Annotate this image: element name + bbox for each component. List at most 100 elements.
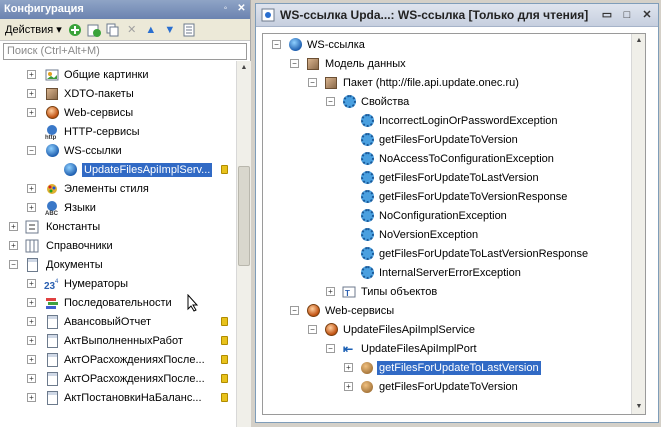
expand-icon[interactable]: + — [27, 298, 36, 307]
collapse-icon[interactable]: − — [290, 59, 299, 68]
tree-item-ws-link[interactable]: − WS-ссылка — [263, 35, 631, 54]
expand-icon[interactable]: + — [27, 184, 36, 193]
expand-icon[interactable]: + — [27, 393, 36, 402]
tree-item-property[interactable]: IncorrectLoginOrPasswordException — [263, 111, 631, 130]
picture-icon — [44, 67, 60, 83]
tree-item-property[interactable]: getFilesForUpdateToLastVersion — [263, 168, 631, 187]
tree-item-catalogs[interactable]: + Справочники — [0, 236, 236, 255]
document-icon — [44, 314, 60, 330]
tree-item-property[interactable]: NoAccessToConfigurationException — [263, 149, 631, 168]
tree-item-common-pictures[interactable]: + Общие картинки — [0, 65, 236, 84]
tree-item-xdto[interactable]: + XDTO-пакеты — [0, 84, 236, 103]
tree-item-label: Web-сервисы — [64, 106, 134, 119]
right-scrollbar[interactable]: ▲ ▼ — [631, 34, 645, 414]
expand-icon[interactable]: + — [9, 241, 18, 250]
tree-item-service[interactable]: − UpdateFilesApiImplService — [263, 320, 631, 339]
expand-icon[interactable]: + — [27, 336, 36, 345]
add-icon[interactable] — [67, 22, 83, 38]
pin-icon[interactable]: ◦ — [220, 3, 231, 15]
expand-icon[interactable]: + — [27, 70, 36, 79]
scroll-up-icon[interactable]: ▲ — [632, 34, 645, 48]
tree-item-port[interactable]: − ⇤ UpdateFilesApiImplPort — [263, 339, 631, 358]
tree-item-web-services[interactable]: + Web-сервисы — [0, 103, 236, 122]
tree-item-properties[interactable]: − Свойства — [263, 92, 631, 111]
sequence-icon — [44, 295, 60, 311]
operation-icon — [359, 360, 375, 376]
tree-item-object-types[interactable]: + T Типы объектов — [263, 282, 631, 301]
tree-item-property[interactable]: NoVersionException — [263, 225, 631, 244]
object-types-icon: T — [341, 284, 357, 300]
tree-item-label: Документы — [46, 258, 103, 271]
scroll-down-icon[interactable]: ▼ — [632, 400, 645, 414]
tree-item-package[interactable]: − Пакет (http://file.api.update.onec.ru) — [263, 73, 631, 92]
tree-item-label: АктОРасхожденияхПосле... — [64, 372, 205, 385]
close-icon[interactable]: ✕ — [236, 3, 247, 15]
collapse-icon[interactable]: − — [290, 306, 299, 315]
tree-item-property[interactable]: NoConfigurationException — [263, 206, 631, 225]
add-icon[interactable] — [86, 22, 102, 38]
lock-icon — [221, 374, 228, 383]
maximize-icon[interactable]: □ — [620, 8, 634, 22]
tree-item-property[interactable]: getFilesForUpdateToLastVersionResponse — [263, 244, 631, 263]
window-title-bar: WS-ссылка Upda...: WS-ссылка [Только для… — [256, 4, 658, 27]
delete-icon[interactable]: ✕ — [124, 22, 140, 38]
expand-icon[interactable]: + — [326, 287, 335, 296]
copy-icon[interactable] — [105, 22, 121, 38]
tree-item-constants[interactable]: + Константы — [0, 217, 236, 236]
tree-item-languages[interactable]: + ABC Языки — [0, 198, 236, 217]
tree-item-ws-link-selected[interactable]: UpdateFilesApiImplServ... — [0, 160, 236, 179]
collapse-icon[interactable]: − — [326, 97, 335, 106]
expand-icon[interactable]: + — [9, 222, 18, 231]
expand-icon[interactable]: + — [27, 317, 36, 326]
tree-item-http-services[interactable]: http HTTP-сервисы — [0, 122, 236, 141]
tree-item-documents[interactable]: − Документы — [0, 255, 236, 274]
tree-item-document[interactable]: + АктОРасхожденияхПосле... — [0, 350, 236, 369]
left-scrollbar[interactable]: ▲ — [236, 61, 251, 427]
tree-item-style-elements[interactable]: + Элементы стиля — [0, 179, 236, 198]
collapse-icon[interactable]: − — [272, 40, 281, 49]
tree-item-ws-links[interactable]: − WS-ссылки — [0, 141, 236, 160]
tree-item-property[interactable]: InternalServerErrorException — [263, 263, 631, 282]
tree-item-sequences[interactable]: + Последовательности — [0, 293, 236, 312]
expand-icon[interactable]: + — [344, 363, 353, 372]
expand-icon[interactable]: + — [27, 108, 36, 117]
collapse-icon[interactable]: − — [326, 344, 335, 353]
actions-menu[interactable]: Действия ▾ — [3, 23, 64, 36]
scroll-thumb[interactable] — [238, 166, 250, 266]
move-up-icon[interactable]: ▲ — [143, 22, 159, 38]
collapse-icon[interactable]: − — [9, 260, 18, 269]
lock-icon — [221, 165, 228, 174]
tree-item-document[interactable]: + АктВыполненныхРабот — [0, 331, 236, 350]
expand-icon[interactable]: + — [344, 382, 353, 391]
expand-icon[interactable]: + — [27, 374, 36, 383]
expand-icon[interactable]: + — [27, 355, 36, 364]
scroll-up-icon[interactable]: ▲ — [237, 61, 251, 75]
lock-icon — [221, 355, 228, 364]
lock-icon — [221, 393, 228, 402]
tree-item-document[interactable]: + АктОРасхожденияхПосле... — [0, 369, 236, 388]
window-menu-icon[interactable]: ▭ — [600, 8, 614, 22]
expand-icon[interactable]: + — [27, 203, 36, 212]
expand-icon[interactable]: + — [27, 89, 36, 98]
tree-item-document[interactable]: + АвансовыйОтчет — [0, 312, 236, 331]
collapse-icon[interactable]: − — [27, 146, 36, 155]
tree-item-numerators[interactable]: + 23 4 Нумераторы — [0, 274, 236, 293]
tree-item-property[interactable]: getFilesForUpdateToVersionResponse — [263, 187, 631, 206]
tree-item-data-model[interactable]: − Модель данных — [263, 54, 631, 73]
close-icon[interactable]: ✕ — [640, 8, 654, 22]
expand-icon[interactable]: + — [27, 279, 36, 288]
tree-item-label: UpdateFilesApiImplServ... — [82, 162, 213, 177]
collapse-icon[interactable]: − — [308, 325, 317, 334]
tree-item-operation[interactable]: + getFilesForUpdateToVersion — [263, 377, 631, 396]
mouse-cursor-icon — [187, 294, 199, 312]
tree-item-document[interactable]: + АктПостановкиНаБаланс... — [0, 388, 236, 407]
tree-item-property[interactable]: getFilesForUpdateToVersion — [263, 130, 631, 149]
list-icon[interactable] — [181, 22, 197, 38]
tree-item-web-services[interactable]: − Web-сервисы — [263, 301, 631, 320]
collapse-icon[interactable]: − — [308, 78, 317, 87]
svg-text:4: 4 — [55, 279, 59, 285]
move-down-icon[interactable]: ▼ — [162, 22, 178, 38]
tree-item-operation-selected[interactable]: + getFilesForUpdateToLastVersion — [263, 358, 631, 377]
search-input[interactable]: Поиск (Ctrl+Alt+M) — [3, 43, 247, 60]
tree-item-label: XDTO-пакеты — [64, 87, 134, 100]
